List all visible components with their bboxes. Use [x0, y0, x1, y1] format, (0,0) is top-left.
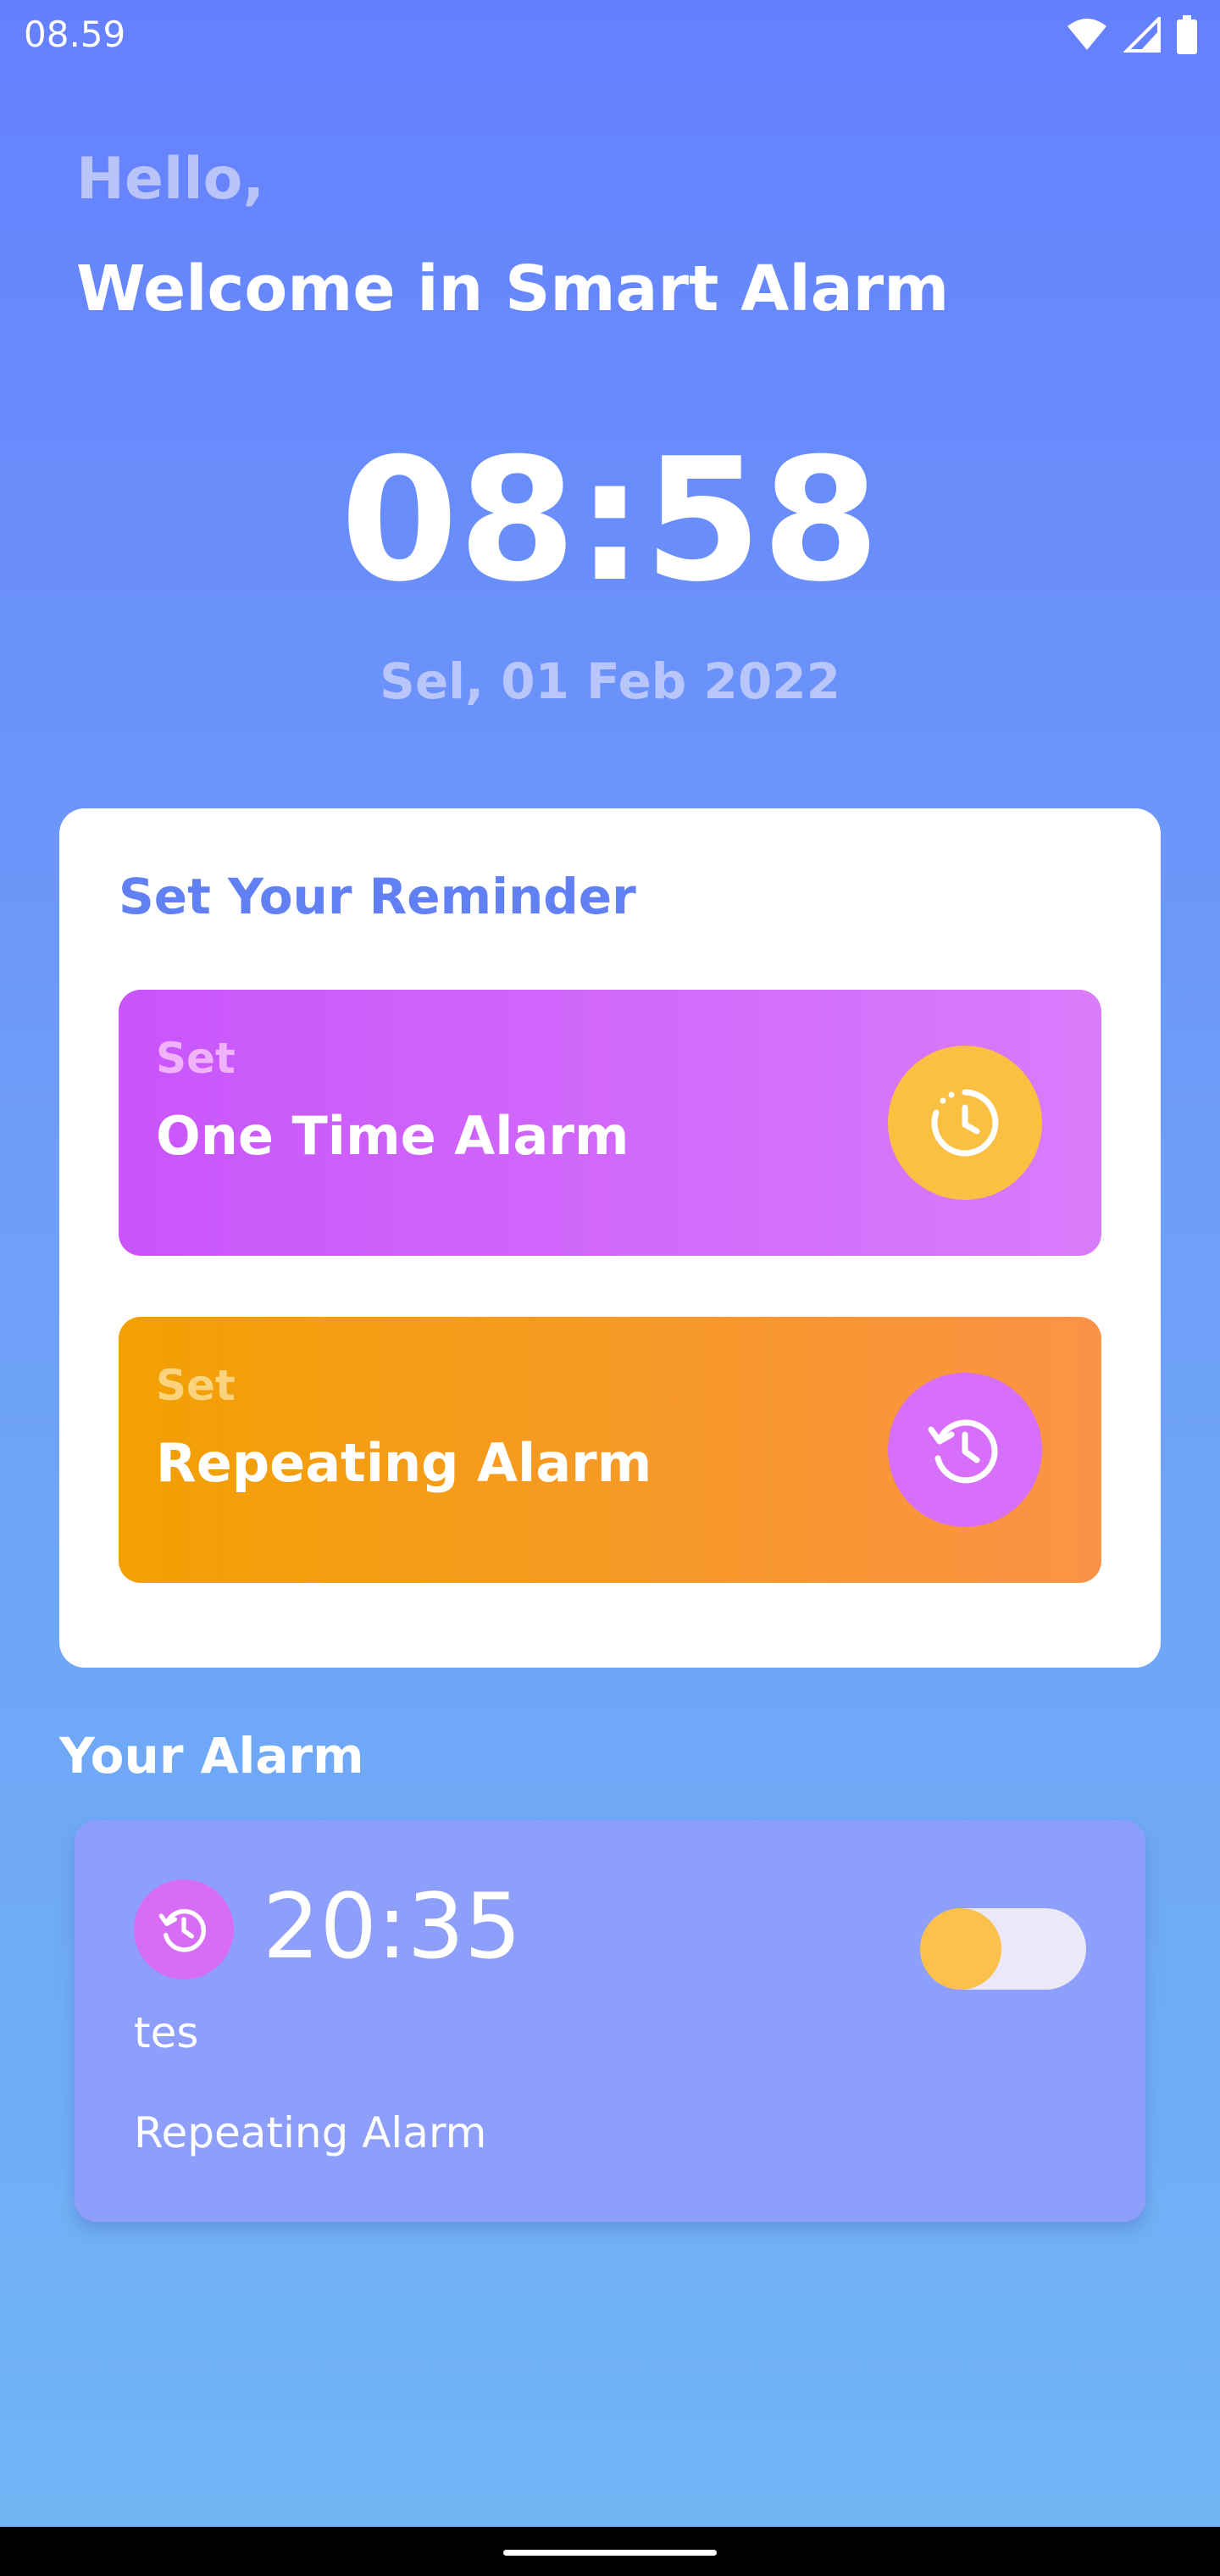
greeting-text: Hello, — [76, 146, 265, 213]
history-clock-icon — [888, 1373, 1042, 1527]
reminder-card: Set Your Reminder Set One Time Alarm Set… — [59, 808, 1161, 1668]
repeating-alarm-set-label: Set — [156, 1361, 236, 1410]
your-alarm-title: Your Alarm — [59, 1727, 364, 1785]
repeating-alarm-label: Repeating Alarm — [156, 1432, 652, 1494]
toggle-knob — [920, 1908, 1001, 1990]
home-indicator[interactable] — [503, 2550, 717, 2556]
navigation-bar — [0, 2527, 1220, 2576]
reminder-title: Set Your Reminder — [119, 868, 636, 925]
status-icons — [1066, 15, 1198, 54]
status-time: 08.59 — [24, 14, 126, 55]
alarm-type: Repeating Alarm — [134, 2108, 487, 2157]
repeating-alarm-button[interactable]: Set Repeating Alarm — [119, 1317, 1101, 1583]
one-time-alarm-label: One Time Alarm — [156, 1105, 629, 1167]
history-clock-icon — [134, 1879, 234, 1979]
alarm-clock-icon — [888, 1046, 1042, 1200]
one-time-alarm-set-label: Set — [156, 1034, 236, 1083]
alarm-toggle[interactable] — [920, 1908, 1086, 1990]
current-time: 08:58 — [340, 422, 880, 619]
cell-signal-icon — [1123, 17, 1161, 53]
one-time-alarm-button[interactable]: Set One Time Alarm — [119, 990, 1101, 1256]
battery-icon — [1176, 15, 1198, 54]
current-date: Sel, 01 Feb 2022 — [380, 652, 840, 710]
wifi-icon — [1066, 18, 1108, 52]
alarm-item[interactable]: 20:35 tes Repeating Alarm — [75, 1820, 1145, 2222]
alarm-label: tes — [134, 2008, 199, 2057]
status-bar: 08.59 — [0, 0, 1220, 71]
welcome-title: Welcome in Smart Alarm — [76, 253, 950, 325]
alarm-time: 20:35 — [263, 1874, 522, 1979]
